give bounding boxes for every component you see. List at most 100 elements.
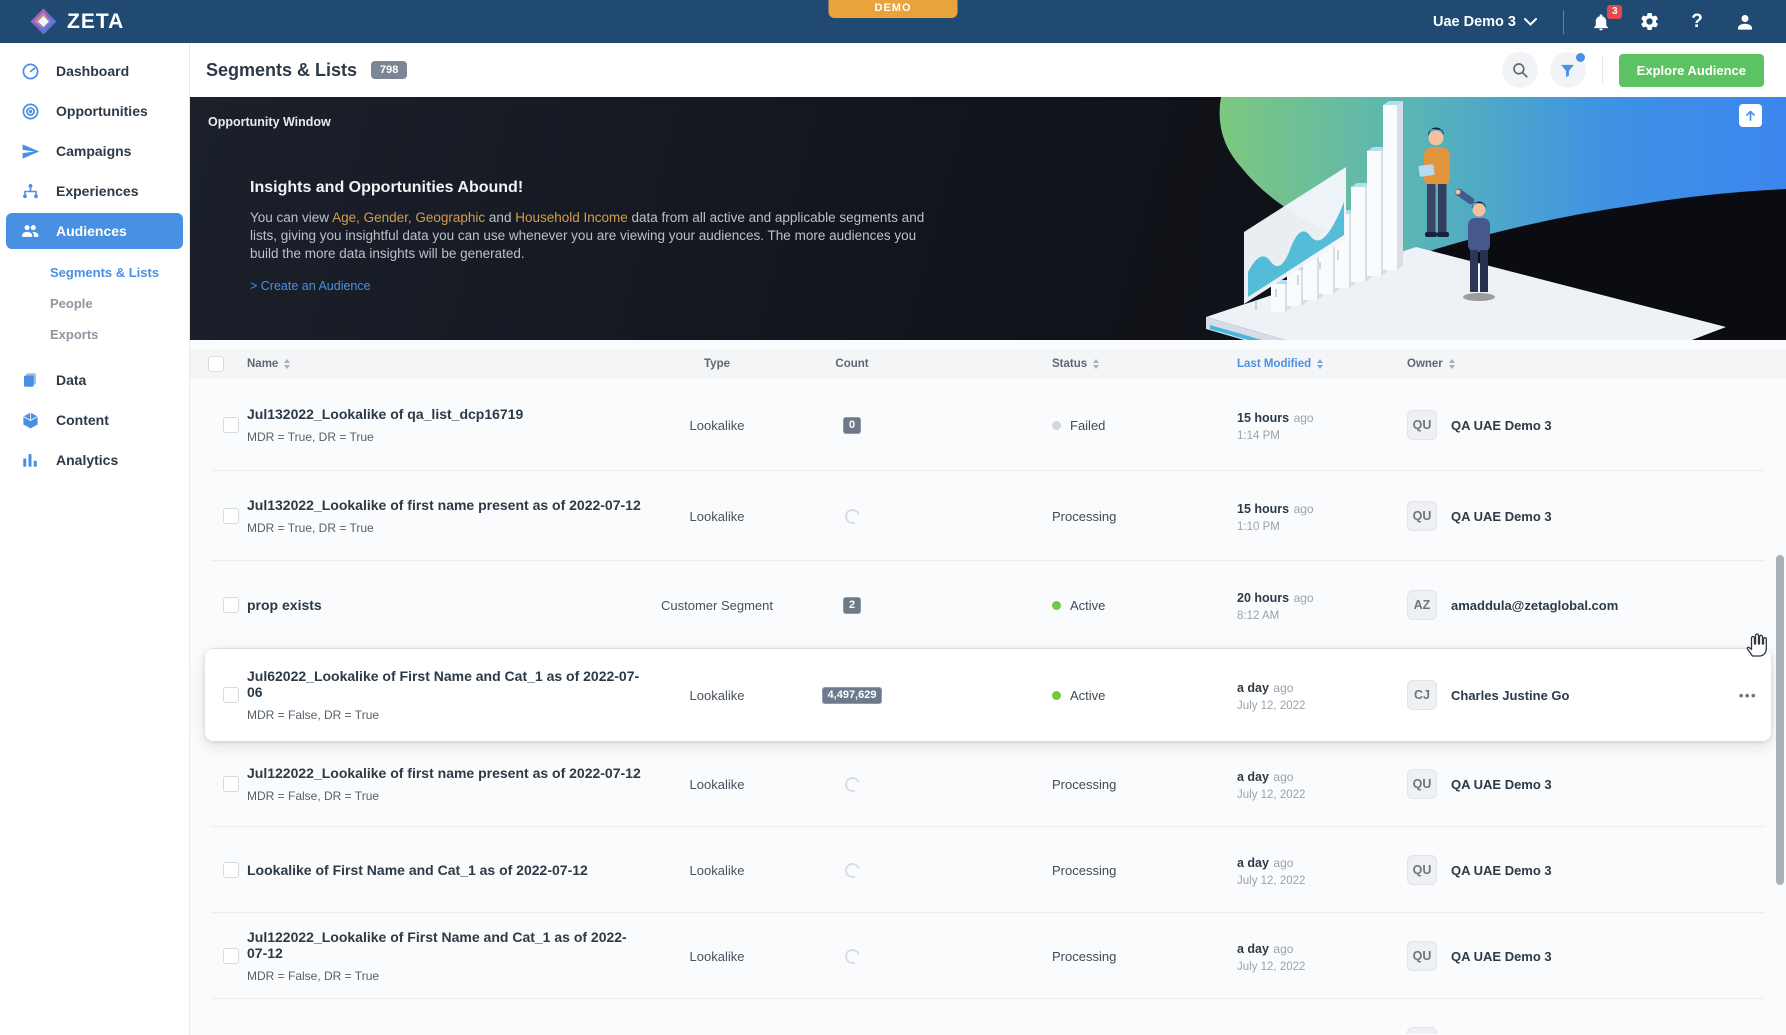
segment-name[interactable]: Jul132022_Lookalike of qa_list_dcp16719 (247, 406, 642, 422)
row-checkbox[interactable] (223, 862, 239, 878)
owner-avatar: QU (1407, 1027, 1437, 1034)
segment-subtitle: MDR = False, DR = True (247, 789, 642, 803)
modified-detail: July 12, 2022 (1237, 789, 1407, 801)
owner-name: QA UAE Demo 3 (1451, 949, 1552, 964)
segment-name[interactable]: Jul122022_Lookalike of First Name and Ca… (247, 929, 642, 961)
chevron-down-icon (1524, 18, 1537, 26)
total-count-badge: 798 (371, 61, 407, 79)
select-all-checkbox[interactable] (208, 356, 224, 372)
owner-name: QA UAE Demo 3 (1451, 777, 1552, 792)
banner-highlight: Age, Gender, Geographic (332, 210, 485, 225)
vertical-scrollbar[interactable] (1776, 555, 1784, 885)
segment-subtitle: MDR = True, DR = True (247, 430, 642, 444)
table-row[interactable]: Jul62022_Lookalike of First Name and Cat… (205, 649, 1771, 741)
modified-detail: 1:14 PM (1237, 430, 1407, 442)
owner-name: amaddula@zetaglobal.com (1451, 598, 1618, 613)
processing-spinner-icon (842, 774, 862, 794)
status-label: Processing (1052, 949, 1116, 964)
create-audience-link[interactable]: > Create an Audience (250, 279, 371, 293)
analytics-bars-icon (20, 450, 40, 470)
notification-count-badge: 3 (1607, 5, 1622, 19)
segment-name[interactable]: Jul62022_Lookalike of First Name and Cat… (247, 668, 642, 700)
table-header: Name Type Count Status Last Modified Own… (190, 349, 1786, 379)
sidebar-item-analytics[interactable]: Analytics (0, 440, 189, 480)
row-checkbox[interactable] (223, 417, 239, 433)
audiences-people-icon (20, 221, 40, 241)
modified-relative: 15 hours (1237, 411, 1289, 425)
segment-name[interactable]: prop exists (247, 597, 642, 613)
modified-detail: July 12, 2022 (1237, 700, 1407, 712)
column-header-count: Count (792, 358, 912, 370)
modified-relative: a day (1237, 856, 1269, 870)
search-button[interactable] (1502, 52, 1538, 88)
sidebar-item-exports[interactable]: Exports (0, 319, 189, 350)
owner-name: Charles Justine Go (1451, 688, 1569, 703)
last-modified-cell: 15 hours ago 1:10 PM (1237, 500, 1407, 533)
sidebar-item-segments-lists[interactable]: Segments & Lists (0, 257, 189, 288)
segment-type: Lookalike (642, 418, 792, 433)
notifications-bell-icon[interactable]: 3 (1590, 11, 1612, 33)
modified-detail: July 12, 2022 (1237, 961, 1407, 973)
segment-type: Customer Segment (642, 598, 792, 613)
segment-name[interactable]: Jul132022_Lookalike of first name presen… (247, 497, 642, 513)
status-label: Processing (1052, 777, 1116, 792)
sidebar-item-data[interactable]: Data (0, 360, 189, 400)
row-checkbox[interactable] (223, 508, 239, 524)
help-icon[interactable]: ? (1686, 11, 1708, 33)
top-bar: ZETA DEMO Uae Demo 3 3 ? (0, 0, 1786, 43)
filter-active-dot (1576, 53, 1585, 62)
table-row[interactable]: prop exists Customer Segment 2 Active 20… (205, 561, 1771, 649)
segment-type: Lookalike (642, 949, 792, 964)
banner-collapse-button[interactable] (1739, 104, 1762, 127)
modified-suffix: ago (1273, 681, 1293, 695)
row-actions-menu[interactable]: ••• (1739, 688, 1757, 703)
sort-icon (1449, 359, 1455, 369)
segment-name[interactable]: Lookalike of First Name and Cat_1 as of … (247, 862, 642, 878)
sidebar-item-audiences[interactable]: Audiences (6, 213, 183, 249)
segment-name[interactable]: Jul122022_Lookalike of first name presen… (247, 765, 642, 781)
settings-gear-icon[interactable] (1638, 11, 1660, 33)
segment-type: Lookalike (642, 863, 792, 878)
sidebar-item-dashboard[interactable]: Dashboard (0, 51, 189, 91)
account-switcher[interactable]: Uae Demo 3 (1433, 14, 1537, 30)
user-profile-icon[interactable] (1734, 11, 1756, 33)
column-header-name[interactable]: Name (247, 358, 642, 370)
campaigns-paper-plane-icon (20, 141, 40, 161)
column-header-status[interactable]: Status (1052, 358, 1237, 370)
table-row[interactable]: Jul122022_Lookalike of first name presen… (205, 741, 1771, 827)
processing-spinner-icon (842, 860, 862, 880)
filter-funnel-icon (1559, 62, 1576, 79)
opportunities-target-icon (20, 101, 40, 121)
zeta-diamond-icon (30, 8, 57, 35)
table-row[interactable]: a day QU (205, 999, 1771, 1034)
column-header-owner[interactable]: Owner (1407, 358, 1727, 370)
row-checkbox[interactable] (223, 948, 239, 964)
row-checkbox[interactable] (223, 776, 239, 792)
sidebar-item-content[interactable]: Content (0, 400, 189, 440)
segment-type: Lookalike (642, 777, 792, 792)
banner-highlight: Household Income (515, 210, 628, 225)
zeta-logo[interactable]: ZETA (0, 8, 124, 35)
table-row[interactable]: Lookalike of First Name and Cat_1 as of … (205, 827, 1771, 913)
dashboard-icon (20, 61, 40, 81)
explore-audience-button[interactable]: Explore Audience (1619, 54, 1764, 87)
sidebar-item-campaigns[interactable]: Campaigns (0, 131, 189, 171)
filter-button[interactable] (1550, 52, 1586, 88)
last-modified-cell: a day ago July 12, 2022 (1237, 940, 1407, 973)
table-row[interactable]: Jul122022_Lookalike of First Name and Ca… (205, 913, 1771, 999)
sidebar-item-experiences[interactable]: Experiences (0, 171, 189, 211)
owner-avatar: QU (1407, 501, 1437, 531)
sidebar-item-opportunities[interactable]: Opportunities (0, 91, 189, 131)
row-checkbox[interactable] (223, 687, 239, 703)
processing-spinner-icon (842, 946, 862, 966)
content-cube-icon (20, 410, 40, 430)
owner-avatar: CJ (1407, 680, 1437, 710)
column-header-type: Type (642, 358, 792, 370)
row-checkbox[interactable] (223, 597, 239, 613)
owner-name: QA UAE Demo 3 (1451, 418, 1552, 433)
modified-suffix: ago (1294, 411, 1314, 425)
table-row[interactable]: Jul132022_Lookalike of qa_list_dcp16719 … (205, 379, 1771, 471)
table-row[interactable]: Jul132022_Lookalike of first name presen… (205, 471, 1771, 561)
column-header-last-modified[interactable]: Last Modified (1237, 358, 1407, 370)
sidebar-item-people[interactable]: People (0, 288, 189, 319)
